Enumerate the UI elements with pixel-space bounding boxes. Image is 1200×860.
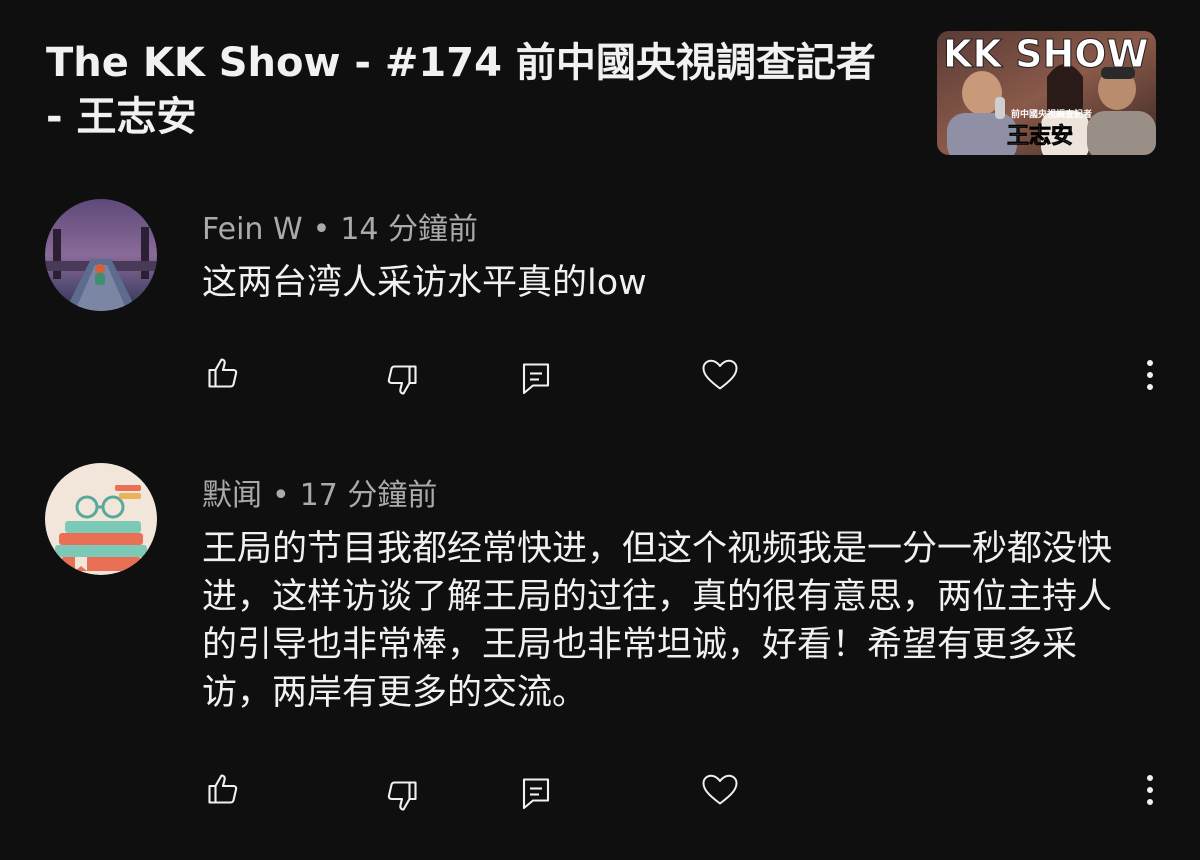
more-vertical-icon bbox=[1147, 360, 1153, 390]
thumbnail-banner-text: KK SHOW bbox=[943, 32, 1149, 76]
heart-icon bbox=[702, 774, 738, 805]
comment-meta: 默闻 • 17 分鐘前 bbox=[202, 470, 437, 514]
avatar[interactable] bbox=[45, 199, 157, 311]
meta-separator: • bbox=[272, 478, 290, 513]
dislike-button[interactable] bbox=[374, 768, 430, 824]
heart-button[interactable] bbox=[692, 762, 748, 818]
video-header: The KK Show - #174 前中國央視調查記者 - 王志安 bbox=[46, 36, 906, 144]
comment-time: 14 分鐘前 bbox=[340, 212, 479, 247]
reply-button[interactable] bbox=[508, 765, 564, 821]
like-button[interactable] bbox=[195, 761, 251, 817]
avatar-image bbox=[45, 463, 157, 575]
video-thumbnail[interactable]: KK SHOW 前中國央視調查記者 王志安 bbox=[937, 31, 1156, 155]
thumbnail-caption-small: 前中國央視調查記者 bbox=[1011, 108, 1092, 120]
comment-time: 17 分鐘前 bbox=[299, 478, 438, 513]
comment-meta: Fein W • 14 分鐘前 bbox=[202, 204, 478, 248]
thumbnail-image: KK SHOW 前中國央視調查記者 王志安 bbox=[937, 31, 1156, 155]
thumbs-up-icon bbox=[208, 774, 238, 804]
reply-button[interactable] bbox=[508, 350, 564, 406]
more-options-button[interactable] bbox=[1122, 762, 1178, 818]
more-options-button[interactable] bbox=[1122, 347, 1178, 403]
thumbs-up-icon bbox=[208, 358, 238, 388]
comment-author[interactable]: 默闻 bbox=[202, 478, 262, 513]
comment-text: 王局的节目我都经常快进，但这个视频我是一分一秒都没快进，这样访谈了解王局的过往，… bbox=[202, 529, 1113, 713]
dislike-button[interactable] bbox=[374, 352, 430, 408]
thumbnail-caption-large: 王志安 bbox=[1007, 123, 1073, 149]
avatar-image bbox=[45, 199, 157, 311]
meta-separator: • bbox=[312, 212, 331, 247]
heart-button[interactable] bbox=[692, 347, 748, 403]
more-vertical-icon bbox=[1147, 775, 1153, 805]
reply-comment-icon bbox=[522, 363, 550, 395]
heart-icon bbox=[702, 359, 738, 390]
comment-text: 这两台湾人采访水平真的low bbox=[202, 263, 647, 303]
comment-author[interactable]: Fein W bbox=[202, 212, 303, 247]
video-title[interactable]: The KK Show - #174 前中國央視調查記者 - 王志安 bbox=[46, 36, 906, 144]
like-button[interactable] bbox=[195, 345, 251, 401]
avatar[interactable] bbox=[45, 463, 157, 575]
thumbs-down-icon bbox=[387, 365, 417, 395]
thumbs-down-icon bbox=[387, 781, 417, 811]
reply-comment-icon bbox=[522, 778, 550, 810]
